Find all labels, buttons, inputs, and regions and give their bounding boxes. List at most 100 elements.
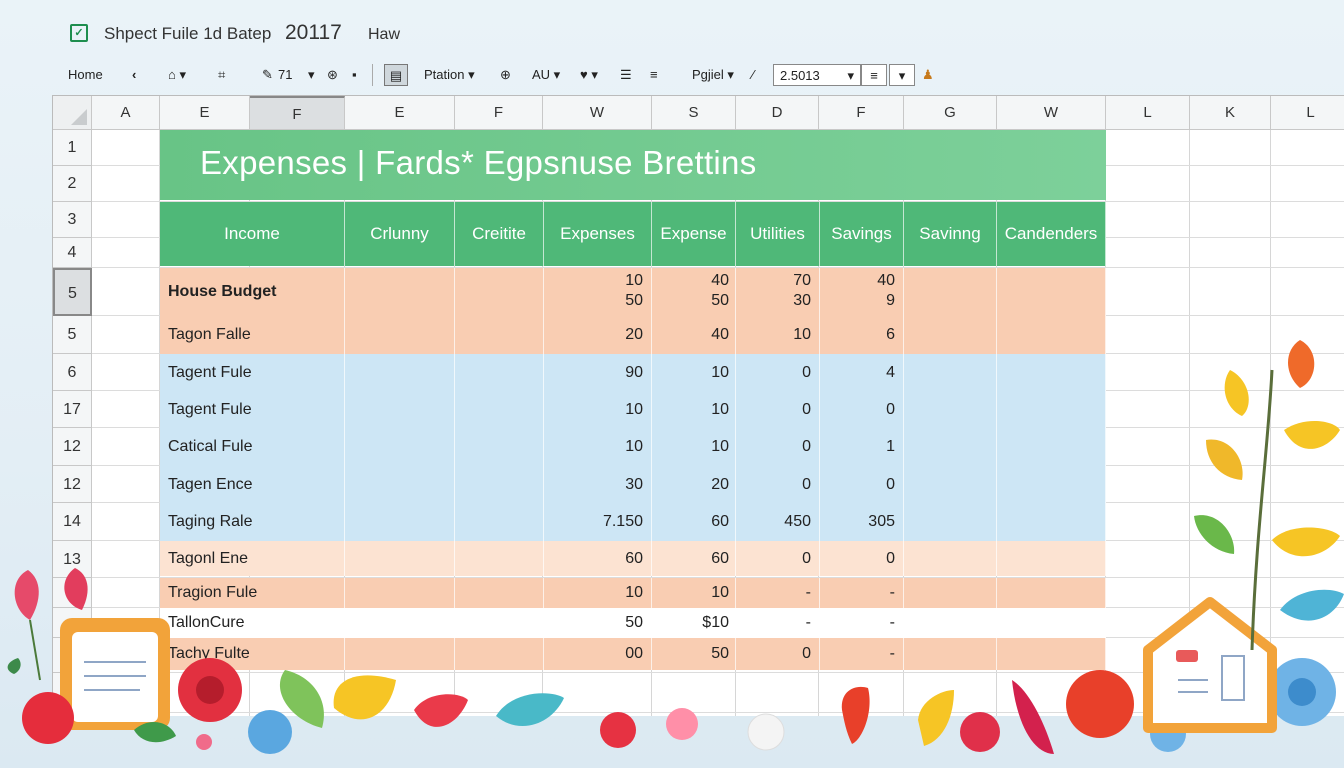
crop-icon[interactable]: ⌗ <box>218 64 225 86</box>
row-header[interactable]: 12 <box>53 466 92 503</box>
square-icon[interactable]: ▪ <box>352 64 357 86</box>
help-menu[interactable]: Haw <box>368 26 400 44</box>
table-cell[interactable] <box>345 466 455 503</box>
column-header-g[interactable]: G <box>904 96 997 130</box>
layout-icon[interactable]: ▤ <box>384 64 408 86</box>
cell-value: 9 <box>886 292 895 309</box>
table-cell[interactable] <box>455 316 544 354</box>
align-dropdown[interactable]: AU ▾ <box>532 64 560 86</box>
cell-value: 450 <box>784 513 811 530</box>
user-icon[interactable]: ♟ <box>922 64 934 86</box>
brush-icon[interactable]: ⁄ <box>752 64 754 86</box>
table-cell[interactable] <box>904 391 997 428</box>
table-cell[interactable] <box>345 316 455 354</box>
table-cell[interactable] <box>455 391 544 428</box>
table-cell[interactable] <box>345 503 455 541</box>
column-header-f[interactable]: F <box>250 96 345 130</box>
table-cell[interactable] <box>455 268 544 316</box>
table-cell[interactable] <box>997 428 1106 466</box>
cell-value: 10 <box>711 438 729 455</box>
back-arrow-icon[interactable]: ‹ <box>132 64 136 86</box>
globe-icon[interactable]: ⊕ <box>500 64 511 86</box>
row-header[interactable]: 5 <box>53 316 92 354</box>
column-header-l[interactable]: L <box>1106 96 1190 130</box>
page-dropdown[interactable]: Pgjiel ▾ <box>692 64 734 86</box>
table-cell[interactable] <box>455 354 544 391</box>
home-tab[interactable]: Home <box>68 64 103 86</box>
pen-icon[interactable]: ✎ <box>262 64 273 86</box>
table-cell[interactable] <box>904 354 997 391</box>
column-header-k[interactable]: K <box>1190 96 1271 130</box>
table-cell[interactable] <box>904 268 997 316</box>
row-header[interactable]: 4 <box>53 238 92 268</box>
row-header[interactable]: 5 <box>53 268 92 316</box>
window-title: Shpect Fuile 1d Batep <box>104 24 272 43</box>
format-brush-icon[interactable]: ⌂ ▾ <box>168 64 186 86</box>
table-cell[interactable] <box>997 466 1106 503</box>
table-cell[interactable] <box>455 503 544 541</box>
table-cell[interactable] <box>904 316 997 354</box>
table-cell[interactable] <box>997 503 1106 541</box>
column-header-f[interactable]: F <box>455 96 543 130</box>
cell-value: 20 <box>625 326 643 343</box>
cell-value: 0 <box>802 363 811 381</box>
table-cell[interactable] <box>455 428 544 466</box>
column-header-w[interactable]: W <box>997 96 1106 130</box>
table-cell[interactable] <box>997 354 1106 391</box>
row-header[interactable]: 14 <box>53 503 92 541</box>
row-header[interactable]: 1 <box>53 130 92 166</box>
zoom-input[interactable]: 2.5013 ▾ <box>773 64 861 86</box>
heart-icon[interactable]: ♥ ▾ <box>580 64 598 86</box>
menu-icon[interactable]: ≡ <box>650 64 658 86</box>
table-cell[interactable] <box>345 428 455 466</box>
table-cell[interactable] <box>455 466 544 503</box>
column-header-f[interactable]: F <box>819 96 904 130</box>
column-title-income: Income <box>160 202 345 266</box>
table-cell[interactable] <box>345 391 455 428</box>
column-header-e[interactable]: E <box>160 96 250 130</box>
column-header-s[interactable]: S <box>652 96 736 130</box>
row-header[interactable]: 3 <box>53 202 92 238</box>
toolbar-divider <box>372 64 373 86</box>
page-dropdown-label: Pgjiel <box>692 67 724 82</box>
column-header-a[interactable]: A <box>92 96 160 130</box>
column-header-d[interactable]: D <box>736 96 819 130</box>
list-icon[interactable]: ☰ <box>620 64 632 86</box>
font-size-dropdown-icon[interactable]: ▾ <box>308 64 315 86</box>
cell-value: 40 <box>711 326 729 343</box>
style-dropdown[interactable]: Ptation ▾ <box>424 64 475 86</box>
align-menu-button[interactable]: ≡ <box>861 64 887 86</box>
cell-value: 305 <box>868 513 895 530</box>
table-cell[interactable] <box>997 268 1106 316</box>
title-bar: ✓ Shpect Fuile 1d Batep 20117 Haw <box>0 0 1344 58</box>
column-header-l[interactable]: L <box>1271 96 1344 130</box>
table-cell[interactable] <box>904 428 997 466</box>
table-cell[interactable] <box>345 354 455 391</box>
clipboard-icon <box>60 618 170 730</box>
cell-value: 4 <box>886 363 895 381</box>
column-header-w[interactable]: W <box>543 96 652 130</box>
row-header[interactable]: 12 <box>53 428 92 466</box>
row-header[interactable]: 17 <box>53 391 92 428</box>
more-dropdown-button[interactable]: ▾ <box>889 64 915 86</box>
settings-icon[interactable]: ⊛ <box>327 64 338 86</box>
cell-value: 0 <box>886 400 895 418</box>
zoom-dropdown-icon: ▾ <box>847 68 854 83</box>
column-title-savinng: Savinng <box>904 202 997 266</box>
table-cell[interactable] <box>904 503 997 541</box>
row-label: Tagon Falle <box>168 326 251 343</box>
row-header[interactable]: 2 <box>53 166 92 202</box>
row-header[interactable]: 6 <box>53 354 92 391</box>
table-cell[interactable] <box>904 466 997 503</box>
table-cell[interactable] <box>997 391 1106 428</box>
row-label: Catical Fule <box>168 438 253 455</box>
cell-value: 30 <box>793 292 811 309</box>
table-cell[interactable] <box>997 316 1106 354</box>
column-header-e[interactable]: E <box>345 96 455 130</box>
row-label: Tagen Ence <box>168 475 253 493</box>
font-size-value[interactable]: 71 <box>278 64 292 86</box>
cell-value: 6 <box>886 326 895 343</box>
cell-value: 50 <box>625 292 643 309</box>
select-all-corner[interactable] <box>53 96 92 130</box>
table-cell[interactable] <box>345 268 455 316</box>
